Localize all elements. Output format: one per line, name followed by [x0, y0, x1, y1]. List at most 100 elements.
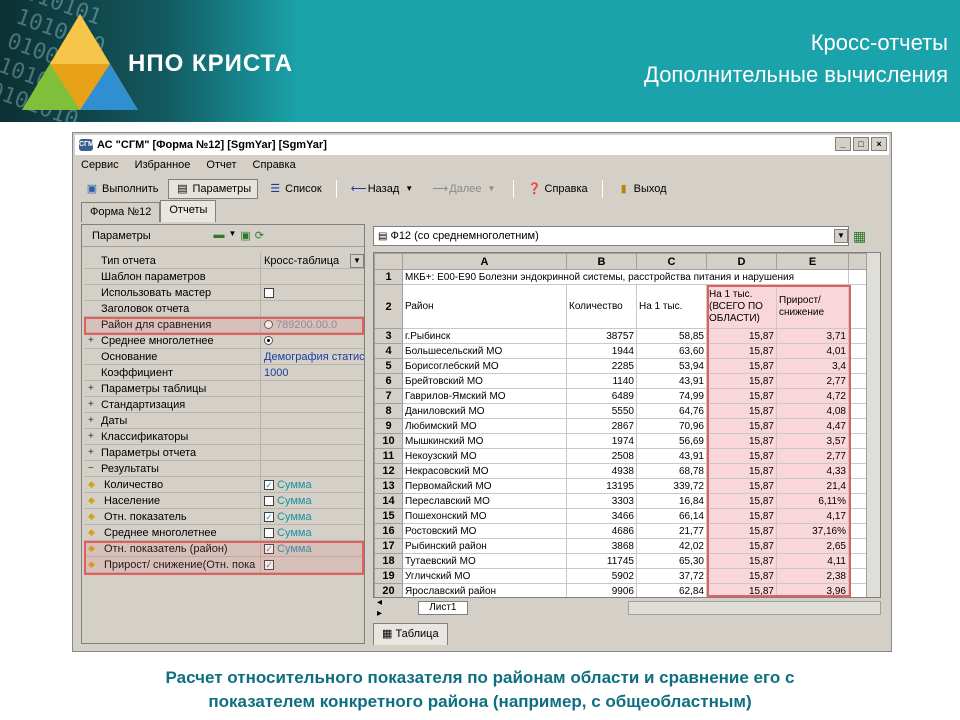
- checkbox[interactable]: [264, 495, 274, 506]
- export-icon[interactable]: ▦: [853, 228, 866, 245]
- property-value[interactable]: [260, 284, 364, 301]
- data-cell[interactable]: Рыбинский район: [402, 538, 567, 554]
- property-value[interactable]: 1000: [260, 364, 364, 381]
- tab-table[interactable]: ▦ Таблица: [373, 623, 448, 645]
- data-cell[interactable]: 62,84: [636, 583, 707, 597]
- row-header[interactable]: 10: [374, 433, 403, 449]
- data-cell[interactable]: 15,87: [706, 493, 777, 509]
- property-value[interactable]: [260, 396, 364, 413]
- column-header[interactable]: B: [566, 253, 637, 270]
- row-header[interactable]: 9: [374, 418, 403, 434]
- folder-icon[interactable]: ▬: [213, 229, 224, 242]
- column-header[interactable]: C: [636, 253, 707, 270]
- data-cell[interactable]: 3868: [566, 538, 637, 554]
- data-cell[interactable]: 2508: [566, 448, 637, 464]
- data-cell[interactable]: 15,87: [706, 568, 777, 584]
- refresh-icon[interactable]: ⟳: [255, 229, 264, 242]
- list-button[interactable]: ☰ Список: [262, 179, 328, 199]
- data-cell[interactable]: 70,96: [636, 418, 707, 434]
- data-cell[interactable]: 15,87: [706, 508, 777, 524]
- property-row[interactable]: Заголовок отчета: [84, 300, 364, 317]
- row-header[interactable]: 15: [374, 508, 403, 524]
- data-cell[interactable]: 13195: [566, 478, 637, 494]
- property-value[interactable]: ✓ Сумма: [260, 508, 364, 525]
- menu-help[interactable]: Справка: [251, 157, 298, 175]
- data-cell[interactable]: 15,87: [706, 343, 777, 359]
- tab-form12[interactable]: Форма №12: [81, 202, 161, 222]
- data-cell[interactable]: Мышкинский МО: [402, 433, 567, 449]
- save-icon[interactable]: ▣: [240, 229, 250, 242]
- data-cell[interactable]: 5902: [566, 568, 637, 584]
- column-header[interactable]: E: [776, 253, 849, 270]
- property-value[interactable]: [260, 460, 364, 477]
- row-header[interactable]: 17: [374, 538, 403, 554]
- row-header[interactable]: 6: [374, 373, 403, 389]
- data-cell[interactable]: Первомайский МО: [402, 478, 567, 494]
- data-cell[interactable]: 4,72: [776, 388, 849, 404]
- property-row[interactable]: + Стандартизация: [84, 396, 364, 413]
- expand-icon[interactable]: +: [88, 383, 98, 394]
- data-cell[interactable]: 21,77: [636, 523, 707, 539]
- data-cell[interactable]: 15,87: [706, 433, 777, 449]
- data-cell[interactable]: Угличский МО: [402, 568, 567, 584]
- data-cell[interactable]: 4,08: [776, 403, 849, 419]
- property-row[interactable]: ◆ Отн. показатель ✓ Сумма: [84, 508, 364, 525]
- column-header[interactable]: A: [402, 253, 567, 270]
- row-header[interactable]: 18: [374, 553, 403, 569]
- data-cell[interactable]: 2,77: [776, 448, 849, 464]
- data-cell[interactable]: Ярославский район: [402, 583, 567, 597]
- menu-favorites[interactable]: Избранное: [133, 157, 193, 175]
- property-row[interactable]: Основание Демография статис: [84, 348, 364, 365]
- row-header[interactable]: 11: [374, 448, 403, 464]
- data-cell[interactable]: 63,60: [636, 343, 707, 359]
- data-cell[interactable]: Некрасовский МО: [402, 463, 567, 479]
- checkbox[interactable]: [264, 287, 274, 298]
- data-cell[interactable]: 5550: [566, 403, 637, 419]
- data-cell[interactable]: 15,87: [706, 358, 777, 374]
- property-value[interactable]: ✓: [260, 556, 364, 573]
- data-cell[interactable]: 15,87: [706, 328, 777, 344]
- property-value[interactable]: Сумма: [260, 492, 364, 509]
- data-cell[interactable]: 3466: [566, 508, 637, 524]
- params-button[interactable]: ▤ Параметры: [168, 179, 259, 199]
- checkbox[interactable]: [264, 527, 274, 538]
- data-cell[interactable]: 3,71: [776, 328, 849, 344]
- row-header[interactable]: 13: [374, 478, 403, 494]
- data-cell[interactable]: 3,96: [776, 583, 849, 597]
- row-header[interactable]: 19: [374, 568, 403, 584]
- data-cell[interactable]: 15,87: [706, 478, 777, 494]
- dropdown-arrow-icon[interactable]: ▼: [228, 229, 236, 242]
- forward-button[interactable]: ⟶ Далее ▼: [426, 179, 504, 199]
- header-cell[interactable]: На 1 тыс. (ВСЕГО ПО ОБЛАСТИ): [706, 284, 777, 329]
- close-button[interactable]: ×: [871, 137, 887, 151]
- property-row[interactable]: + Даты: [84, 412, 364, 429]
- data-cell[interactable]: 43,91: [636, 448, 707, 464]
- data-cell[interactable]: 56,69: [636, 433, 707, 449]
- property-value[interactable]: [260, 428, 364, 445]
- data-cell[interactable]: 64,76: [636, 403, 707, 419]
- property-row[interactable]: Использовать мастер: [84, 284, 364, 301]
- expand-icon[interactable]: +: [88, 415, 98, 426]
- checkbox[interactable]: ✓: [264, 559, 274, 570]
- property-row[interactable]: ◆ Среднее многолетнее Сумма: [84, 524, 364, 541]
- window-titlebar[interactable]: СГМ АС "СГМ" [Форма №12] [SgmYar] [SgmYa…: [75, 135, 889, 155]
- header-cell[interactable]: Прирост/снижение: [776, 284, 849, 329]
- property-row[interactable]: ◆ Население Сумма: [84, 492, 364, 509]
- data-cell[interactable]: 15,87: [706, 388, 777, 404]
- data-cell[interactable]: Тутаевский МО: [402, 553, 567, 569]
- data-cell[interactable]: 4,47: [776, 418, 849, 434]
- property-row[interactable]: Тип отчета Кросс-таблица ▼: [84, 252, 364, 269]
- data-cell[interactable]: Брейтовский МО: [402, 373, 567, 389]
- data-cell[interactable]: 65,30: [636, 553, 707, 569]
- vertical-scrollbar[interactable]: [866, 253, 880, 597]
- data-cell[interactable]: 42,02: [636, 538, 707, 554]
- property-value[interactable]: Демография статис: [260, 348, 364, 365]
- data-cell[interactable]: 15,87: [706, 448, 777, 464]
- menu-service[interactable]: Сервис: [79, 157, 121, 175]
- radio-button[interactable]: [264, 320, 273, 329]
- data-cell[interactable]: Гаврилов-Ямский МО: [402, 388, 567, 404]
- property-row[interactable]: Шаблон параметров: [84, 268, 364, 285]
- data-cell[interactable]: 2,65: [776, 538, 849, 554]
- data-cell[interactable]: 37,16%: [776, 523, 849, 539]
- header-cell[interactable]: На 1 тыс.: [636, 284, 707, 329]
